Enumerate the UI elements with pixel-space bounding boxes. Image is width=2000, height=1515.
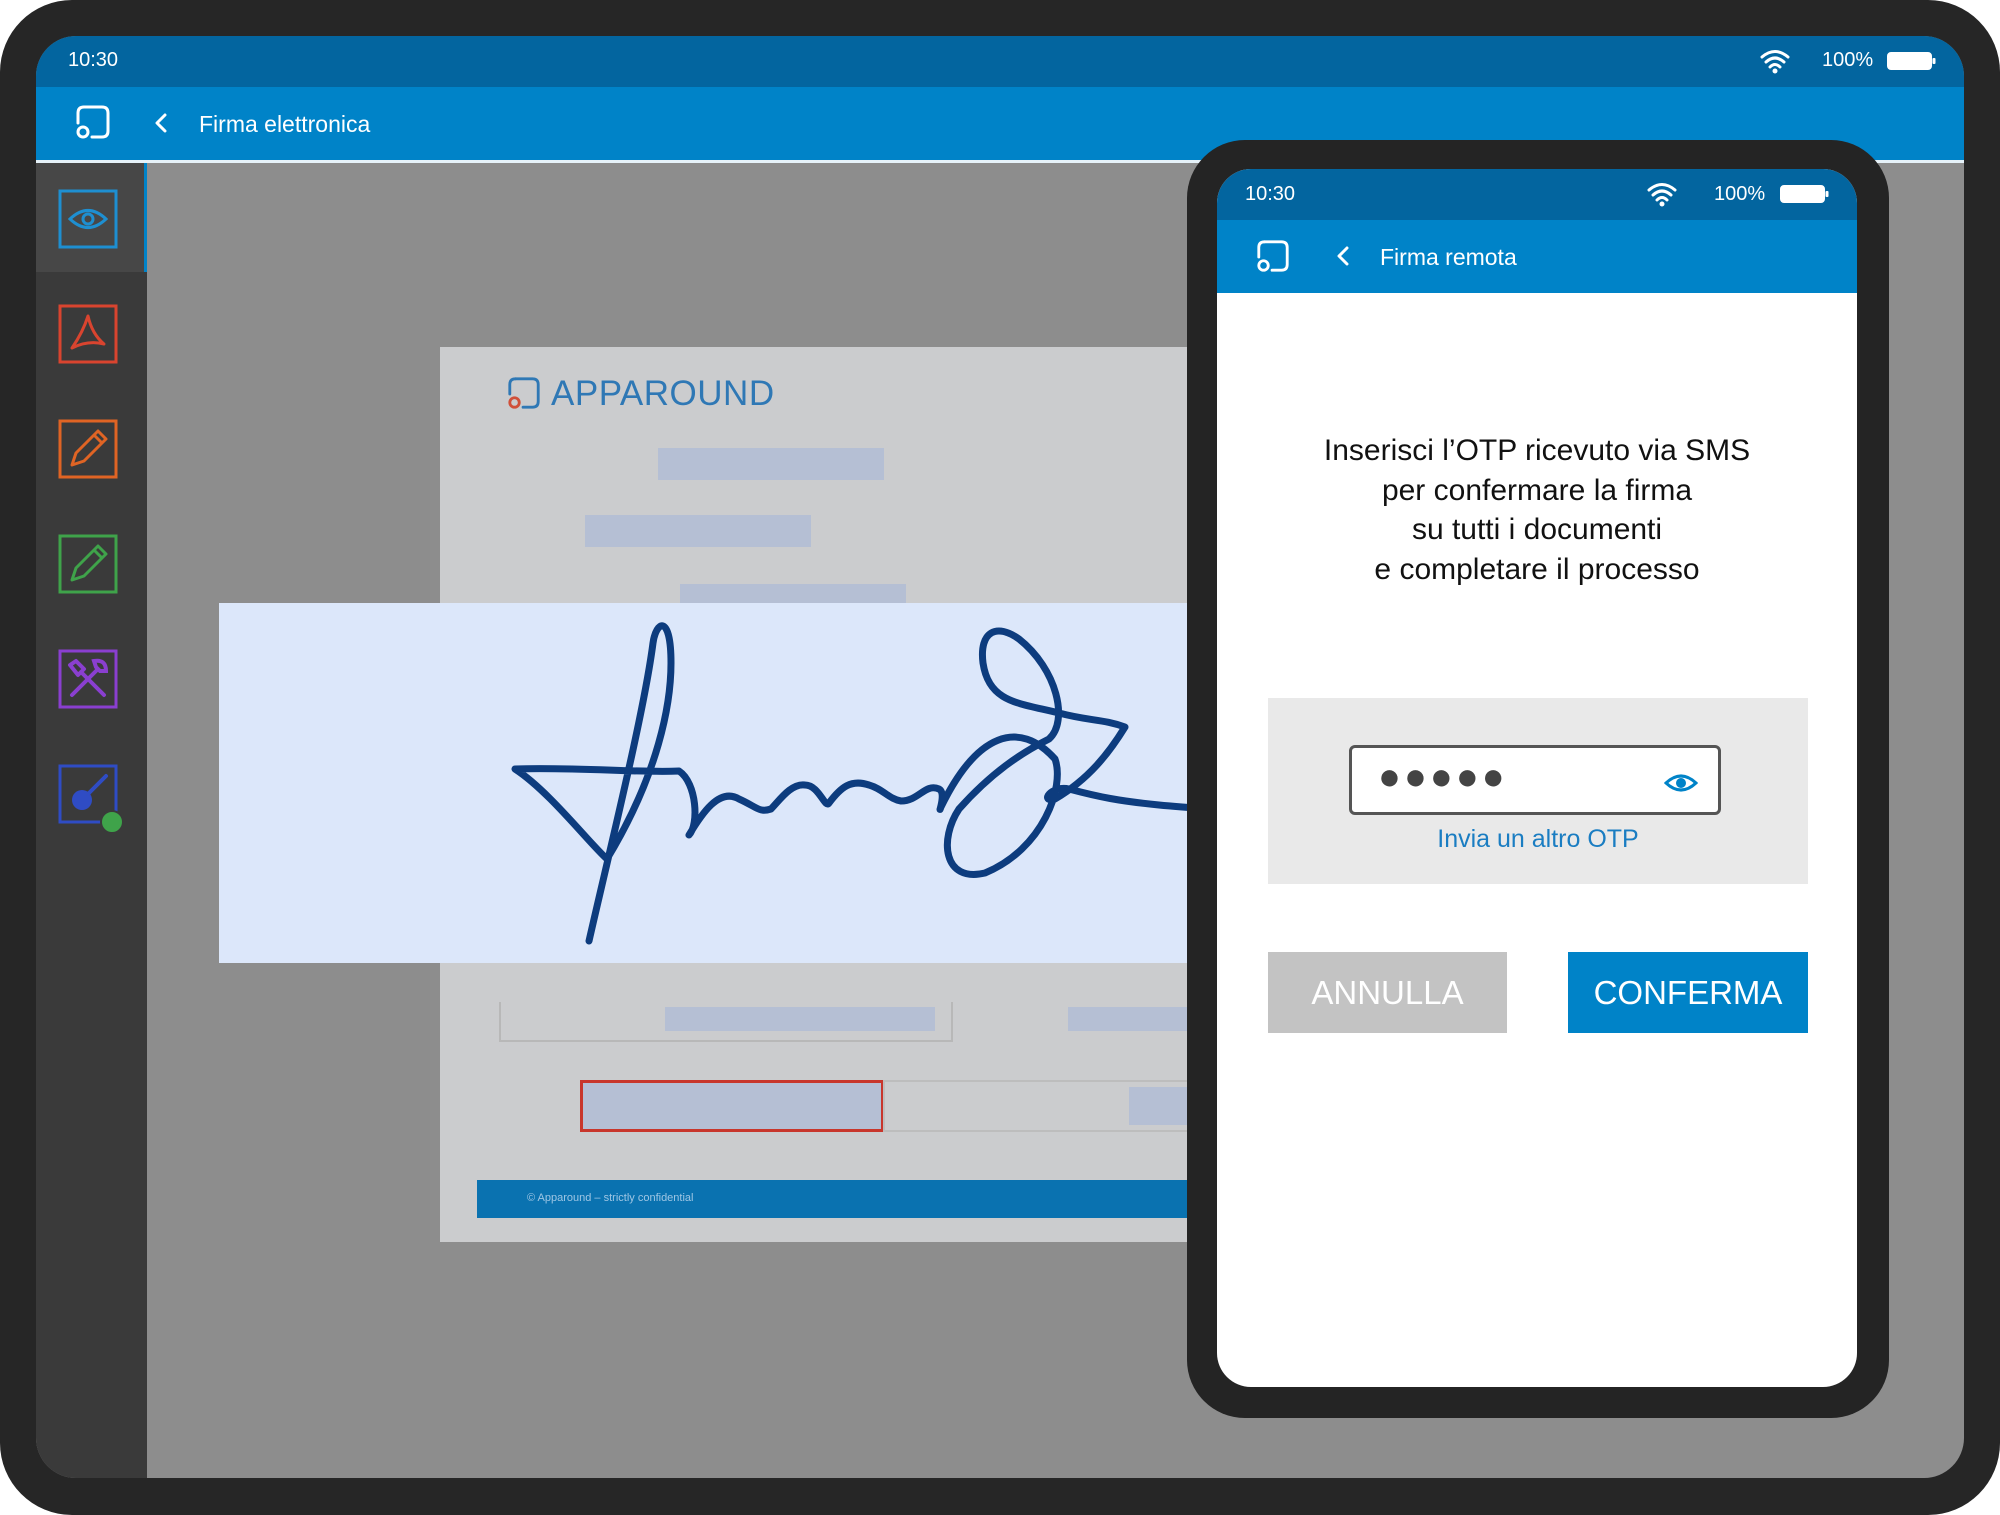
instruction-line: e completare il processo (1374, 552, 1700, 586)
document-brand: APPAROUND (551, 374, 775, 413)
phone-app-bar: Firma remota (1217, 220, 1857, 293)
instruction-line: Inserisci l’OTP ricevuto via SMS (1323, 434, 1751, 467)
app-logo-icon[interactable] (1255, 238, 1291, 274)
phone-screen: 10:30 100% Firma remota Inserisci l’OTP … (1217, 169, 1857, 1387)
document-footer: © Apparound – strictly confidential (477, 1180, 1300, 1218)
status-time: 10:30 (1245, 183, 1296, 205)
sidebar (36, 163, 147, 1478)
otp-input[interactable]: ●●●●● (1349, 745, 1721, 815)
otp-panel: ●●●●● Invia un altro OTP (1268, 698, 1808, 884)
signature-pad[interactable] (219, 603, 1259, 963)
wifi-icon (1760, 50, 1790, 74)
battery-icon (1887, 52, 1936, 70)
signature-field-highlight[interactable] (580, 1080, 884, 1132)
back-chevron-icon[interactable] (154, 112, 168, 134)
resend-otp-link[interactable]: Invia un altro OTP (1268, 825, 1808, 854)
signature-stroke (511, 622, 1259, 945)
sidebar-item-tools[interactable] (58, 649, 118, 709)
sidebar-item-pdf[interactable] (58, 304, 118, 364)
sidebar-item-preview[interactable] (58, 189, 118, 249)
sidebar-item-edit[interactable] (58, 419, 118, 479)
phone-status-bar: 10:30 100% (1217, 169, 1857, 220)
page-title: Firma remota (1380, 244, 1517, 270)
show-password-eye-icon[interactable] (1664, 772, 1698, 794)
sidebar-item-annotate[interactable] (58, 534, 118, 594)
battery-percent: 100% (1714, 183, 1766, 205)
otp-masked-value: ●●●●● (1378, 756, 1508, 798)
tablet-status-bar: 10:30 100% (36, 36, 1964, 87)
battery-percent: 100% (1822, 49, 1874, 71)
instruction-line: per confermare la firma (1381, 473, 1693, 507)
document-text-placeholder (585, 515, 811, 547)
phone-frame: 10:30 100% Firma remota Inserisci l’OTP … (1187, 140, 1889, 1418)
online-status-dot (100, 810, 124, 834)
instruction-line: su tutti i documenti (1411, 513, 1663, 546)
cancel-button[interactable]: ANNULLA (1268, 952, 1507, 1033)
document-text-placeholder (665, 1007, 935, 1031)
apparound-logo-icon (508, 377, 540, 409)
battery-icon (1780, 185, 1829, 203)
document-text-placeholder (658, 448, 884, 480)
back-chevron-icon[interactable] (1336, 245, 1350, 267)
otp-instructions: Inserisci l’OTP ricevuto via SMS per con… (1217, 431, 1857, 589)
document-footer-text: © Apparound – strictly confidential (527, 1192, 694, 1204)
wifi-icon (1647, 183, 1677, 207)
page-title: Firma elettronica (199, 111, 371, 137)
confirm-button[interactable]: CONFERMA (1568, 952, 1808, 1033)
app-logo-icon[interactable] (74, 103, 112, 141)
status-time: 10:30 (68, 49, 119, 71)
